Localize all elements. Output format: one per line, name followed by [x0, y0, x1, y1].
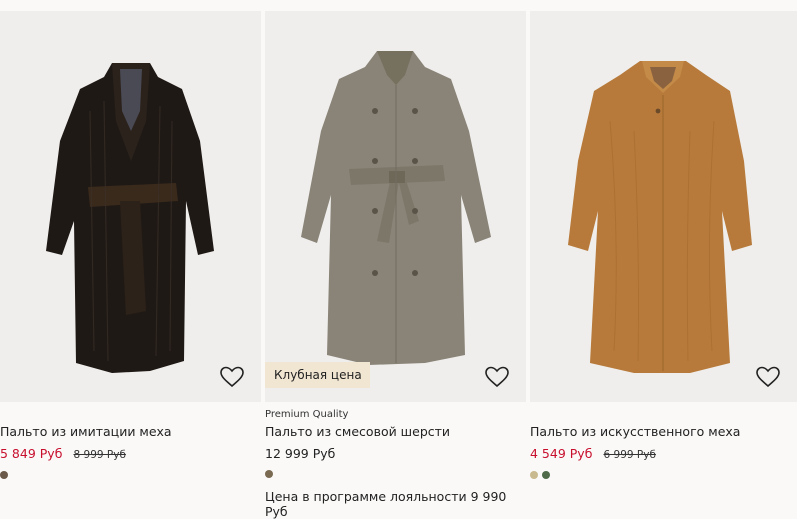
product-tag	[530, 408, 797, 422]
sale-price: 5 849 Руб	[0, 446, 63, 461]
product-card[interactable]: Клубная цена Premium Quality Пальто из с…	[265, 11, 526, 519]
heart-outline-icon[interactable]	[755, 365, 781, 389]
color-swatch[interactable]	[265, 470, 273, 478]
product-title[interactable]: Пальто из имитации меха	[0, 424, 261, 440]
fur-coat-image	[46, 63, 214, 373]
heart-outline-icon[interactable]	[219, 365, 245, 389]
sale-price: 4 549 Руб	[530, 446, 593, 461]
club-price-badge: Клубная цена	[265, 362, 370, 388]
heart-outline-icon[interactable]	[484, 365, 510, 389]
product-title[interactable]: Пальто из искусственного меха	[530, 424, 797, 440]
product-image[interactable]	[0, 11, 261, 402]
product-tag	[0, 408, 261, 422]
color-swatch[interactable]	[0, 471, 8, 479]
product-image[interactable]: Клубная цена	[265, 11, 526, 402]
color-swatches	[265, 470, 526, 478]
product-tag: Premium Quality	[265, 409, 349, 420]
product-image[interactable]	[530, 11, 797, 402]
color-swatches	[530, 471, 797, 479]
old-price: 6 999 Руб	[603, 449, 656, 461]
color-swatch[interactable]	[542, 471, 550, 479]
product-card[interactable]: Пальто из имитации меха 5 849 Руб 8 999 …	[0, 11, 261, 479]
teddy-coat-image	[568, 61, 752, 373]
product-card[interactable]: Пальто из искусственного меха 4 549 Руб …	[530, 11, 797, 479]
price: 12 999 Руб	[265, 446, 336, 461]
wool-coat-image	[301, 51, 491, 365]
product-title[interactable]: Пальто из смесовой шерсти	[265, 424, 526, 440]
old-price: 8 999 Руб	[73, 449, 126, 461]
color-swatches	[0, 471, 261, 479]
color-swatch[interactable]	[530, 471, 538, 479]
